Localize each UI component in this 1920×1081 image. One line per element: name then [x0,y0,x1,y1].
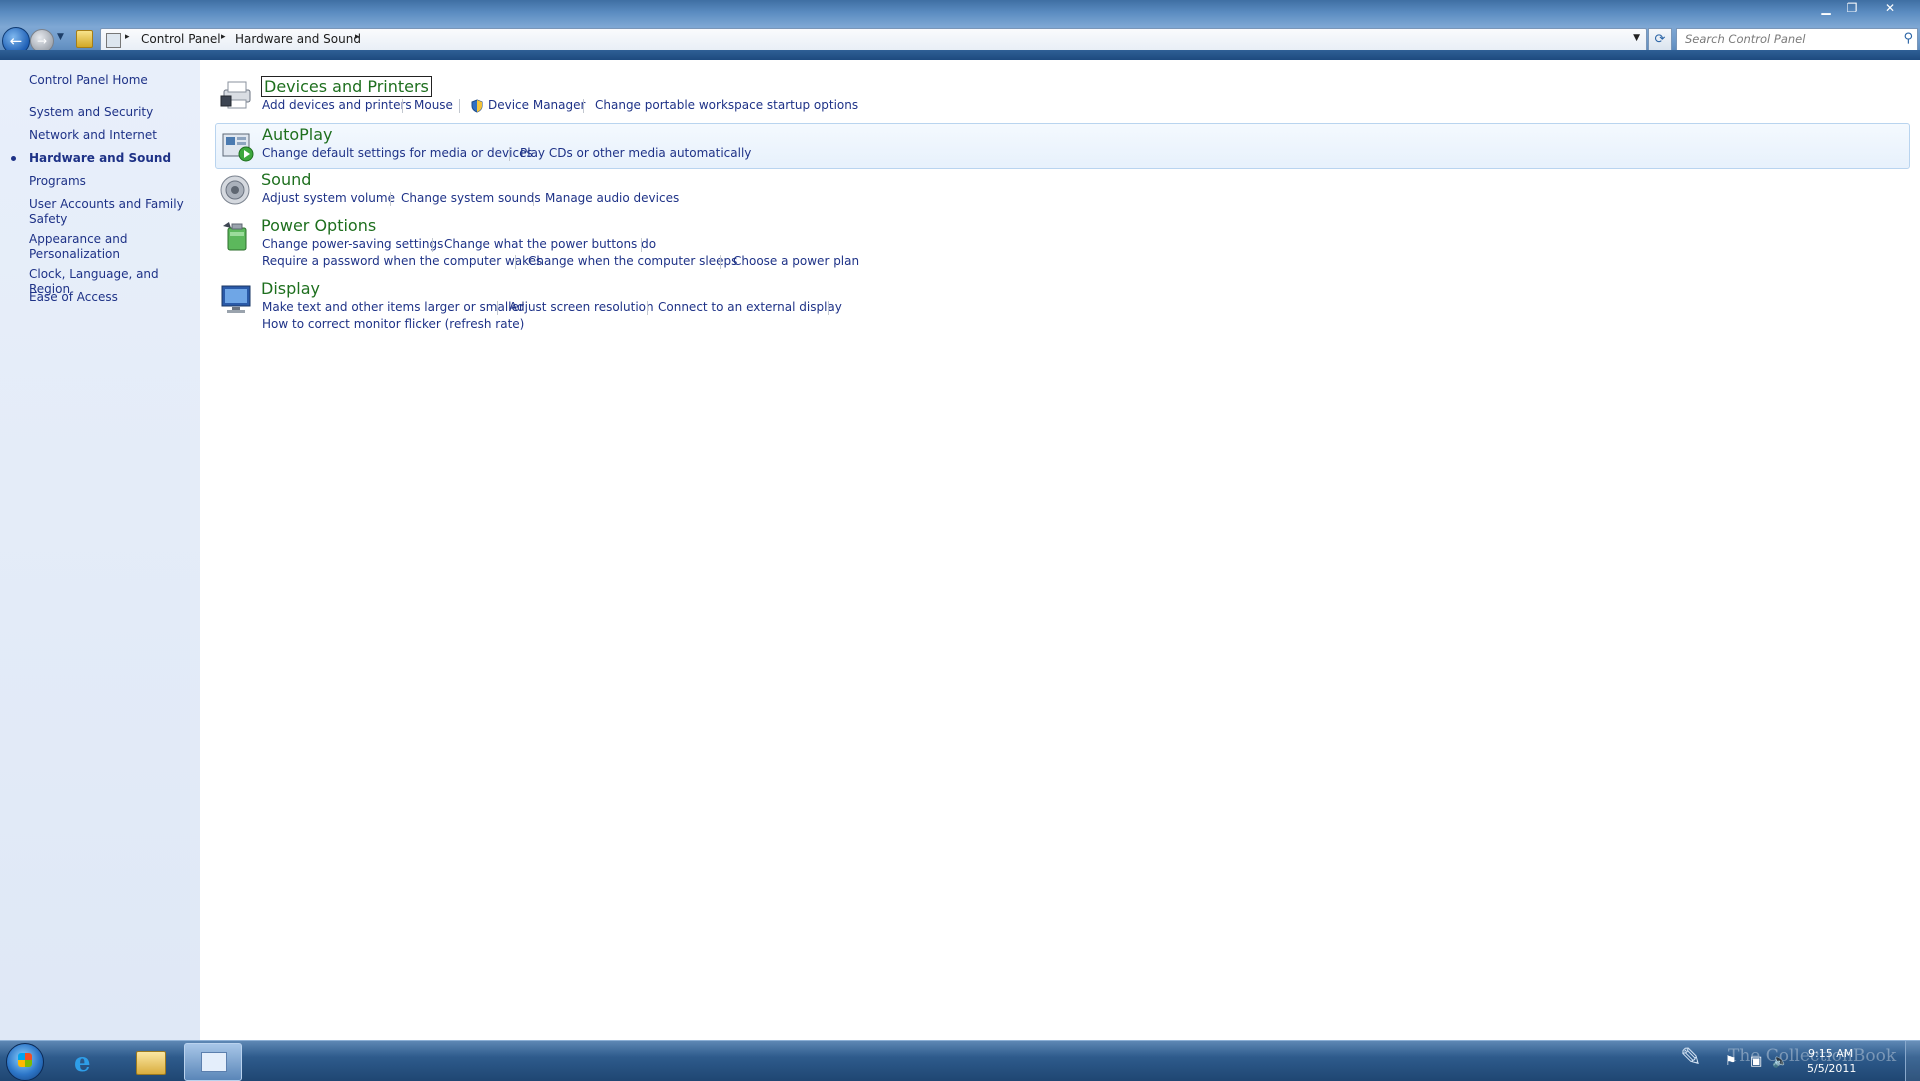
link-separator [533,192,534,206]
category-autoplay: AutoPlay Change default settings for med… [215,123,1910,169]
link-separator [432,238,433,252]
breadcrumb-separator[interactable]: ▸ [221,32,226,42]
link-separator [402,99,403,113]
category-title[interactable]: Sound [261,170,311,189]
show-desktop-button[interactable] [1905,1041,1920,1081]
link-monitor-flicker[interactable]: How to correct monitor flicker (refresh … [262,317,524,331]
link-separator [720,255,721,269]
control-panel-window: ▁ ❐ ✕ ← → ▼ ▸ Control Panel ▸ Hardware a… [0,0,1920,1040]
sidebar-item-network-and-internet[interactable]: Network and Internet [29,128,194,143]
maximize-button[interactable]: ❐ [1840,0,1864,17]
refresh-icon: ⟳ [1654,32,1666,47]
network-icon[interactable]: ▣ [1750,1054,1762,1069]
sidebar-item-programs[interactable]: Programs [29,174,194,189]
sidebar-item-system-and-security[interactable]: System and Security [29,105,194,120]
category-power-options: Power Options Change power-saving settin… [215,216,1908,276]
link-separator [583,99,584,113]
category-title[interactable]: Display [261,279,320,298]
link-separator [459,99,460,113]
control-panel-icon [201,1052,227,1072]
battery-icon [223,222,247,251]
category-title[interactable]: AutoPlay [262,125,333,144]
search-box[interactable]: ⚲ [1676,28,1918,52]
clock-time[interactable]: 9:15 AM [1808,1047,1853,1060]
control-panel-icon [106,33,121,48]
link-adjust-system-volume[interactable]: Adjust system volume [262,191,395,205]
taskbar-windows-explorer[interactable] [122,1043,178,1079]
breadcrumb-separator[interactable]: ▸ [125,32,130,42]
link-device-manager[interactable]: Device Manager [488,98,585,112]
category-devices-and-printers: Devices and Printers Add devices and pri… [215,74,1908,118]
sidebar-item-control-panel-home[interactable]: Control Panel Home [29,73,194,88]
category-display: Display Make text and other items larger… [215,279,1908,339]
monitor-icon [221,285,251,313]
sidebar-item-user-accounts[interactable]: User Accounts and Family Safety [29,197,194,227]
back-arrow-icon: ← [9,32,23,50]
minimize-button[interactable]: ▁ [1814,0,1838,17]
breadcrumb-control-panel[interactable]: Control Panel [141,32,221,46]
sidebar-item-hardware-and-sound: Hardware and Sound [29,151,172,165]
link-manage-audio-devices[interactable]: Manage audio devices [545,191,679,205]
folder-icon [136,1051,166,1075]
refresh-button[interactable]: ⟳ [1648,28,1672,52]
internet-explorer-icon: e [74,1048,91,1078]
network-drawing-icon[interactable]: ✎ [1680,1043,1714,1077]
link-change-power-buttons[interactable]: Change what the power buttons do [444,237,656,251]
forward-button[interactable]: → [30,29,54,53]
taskbar-control-panel[interactable] [184,1043,242,1081]
main-content: Devices and Printers Add devices and pri… [200,60,1920,1040]
link-make-text-larger[interactable]: Make text and other items larger or smal… [262,300,524,314]
taskbar-internet-explorer[interactable]: e [60,1043,116,1079]
link-portable-workspace[interactable]: Change portable workspace startup option… [595,98,858,112]
sidebar-item-appearance[interactable]: Appearance and Personalization [29,232,149,262]
speaker-icon [220,175,250,205]
link-mouse[interactable]: Mouse [414,98,453,112]
folder-icon[interactable] [76,30,93,48]
category-sound: Sound Adjust system volume Change system… [215,170,1908,214]
link-connect-external-display[interactable]: Connect to an external display [658,300,842,314]
search-input[interactable] [1685,31,1885,47]
title-bar[interactable]: ▁ ❐ ✕ ← → ▼ ▸ Control Panel ▸ Hardware a… [0,0,1920,60]
search-icon[interactable]: ⚲ [1903,31,1913,46]
link-change-system-sounds[interactable]: Change system sounds [401,191,541,205]
category-title[interactable]: Power Options [261,216,376,235]
volume-icon[interactable]: 🔈 [1772,1054,1788,1069]
address-bar[interactable]: ▸ Control Panel ▸ Hardware and Sound ▸ ▼ [100,28,1647,52]
clock-date[interactable]: 5/5/2011 [1807,1062,1856,1075]
sidebar: Control Panel Home System and Security N… [0,60,200,1040]
link-add-devices-and-printers[interactable]: Add devices and printers [262,98,412,112]
link-choose-power-plan[interactable]: Choose a power plan [733,254,859,268]
link-separator [647,301,648,315]
link-separator [641,238,642,252]
action-center-flag-icon[interactable]: ⚑ [1725,1054,1737,1069]
uac-shield-icon [471,99,483,113]
link-separator [497,301,498,315]
taskbar: e ✎ The CollectionBook ⚑ ▣ 🔈 9:15 AM 5/5… [0,1040,1920,1081]
link-separator [828,301,829,315]
active-bullet-icon [11,156,16,161]
printer-icon [220,81,251,109]
autoplay-icon [222,133,254,162]
forward-arrow-icon: → [36,34,48,48]
link-require-password-on-wake[interactable]: Require a password when the computer wak… [262,254,542,268]
link-change-default-media-settings[interactable]: Change default settings for media or dev… [262,146,533,160]
recent-pages-dropdown[interactable]: ▼ [57,32,64,42]
windows-logo-icon [18,1053,32,1067]
link-change-sleep-settings[interactable]: Change when the computer sleeps [528,254,737,268]
category-title[interactable]: Devices and Printers [261,76,432,97]
link-play-cds-automatically[interactable]: Play CDs or other media automatically [520,146,751,160]
link-separator [509,147,510,161]
start-button[interactable] [6,1043,44,1081]
close-button[interactable]: ✕ [1866,0,1914,17]
link-adjust-screen-resolution[interactable]: Adjust screen resolution [509,300,654,314]
link-separator [515,255,516,269]
back-button[interactable]: ← [2,27,30,55]
sidebar-item-ease-of-access[interactable]: Ease of Access [29,290,194,305]
link-change-power-saving[interactable]: Change power-saving settings [262,237,443,251]
address-dropdown-icon[interactable]: ▼ [1633,33,1640,43]
link-separator [390,192,391,206]
breadcrumb-hardware-and-sound[interactable]: Hardware and Sound [235,32,361,46]
breadcrumb-separator[interactable]: ▸ [355,32,360,42]
